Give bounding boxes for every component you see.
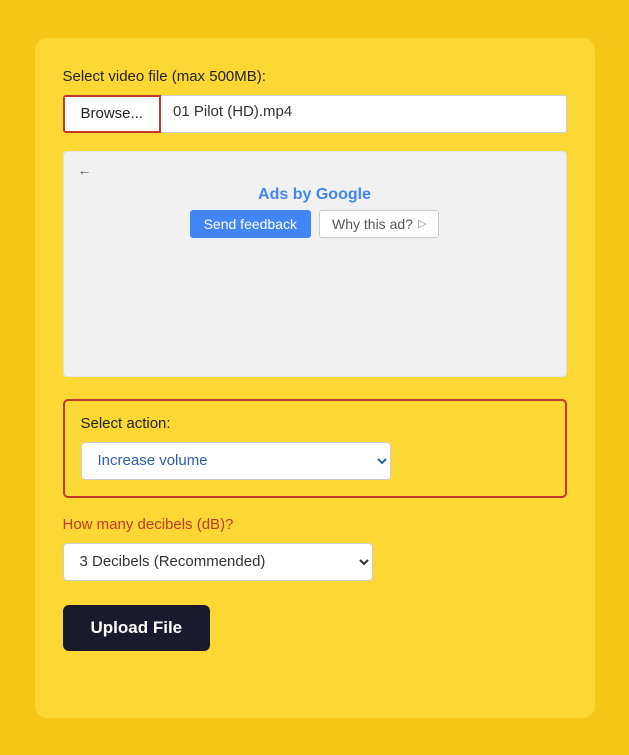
ad-back-arrow[interactable]: ← [78, 162, 92, 178]
ad-content-area [78, 246, 552, 346]
select-action-box: Select action: Increase volume Decrease … [63, 399, 567, 498]
main-card: Select video file (max 500MB): Browse...… [35, 38, 595, 718]
upload-button[interactable]: Upload File [63, 605, 211, 651]
ad-top-row: ← [78, 162, 552, 178]
decibels-dropdown[interactable]: 3 Decibels (Recommended) 6 Decibels 9 De… [63, 543, 373, 581]
google-brand-text: Google [316, 186, 371, 203]
file-row: Browse... 01 Pilot (HD).mp4 [63, 95, 567, 133]
send-feedback-button[interactable]: Send feedback [190, 210, 311, 238]
ad-box: ← Ads by Google Send feedback Why this a… [63, 151, 567, 377]
ad-buttons-row: Send feedback Why this ad? ▷ [78, 210, 552, 238]
file-name-display: 01 Pilot (HD).mp4 [161, 95, 566, 133]
select-action-label: Select action: [81, 415, 549, 432]
browse-button[interactable]: Browse... [63, 95, 162, 133]
why-this-ad-label: Why this ad? [332, 216, 413, 232]
file-section-label: Select video file (max 500MB): [63, 68, 567, 85]
ads-by-google: Ads by Google [78, 186, 552, 204]
ads-by-text: Ads by [258, 186, 316, 203]
why-this-ad-icon: ▷ [418, 217, 426, 230]
why-this-ad-button[interactable]: Why this ad? ▷ [319, 210, 439, 238]
select-action-dropdown[interactable]: Increase volume Decrease volume Normaliz… [81, 442, 391, 480]
decibels-label: How many decibels (dB)? [63, 516, 567, 533]
